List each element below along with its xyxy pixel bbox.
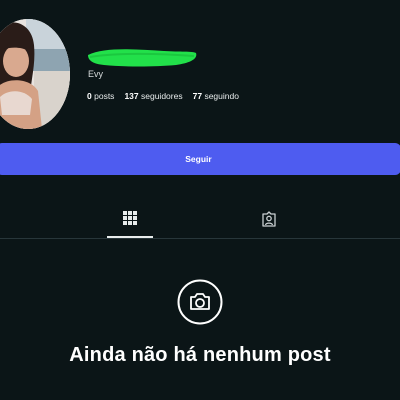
redacted-name-scribble <box>84 43 199 69</box>
profile-stats: 0 posts 137 seguidores 77 seguindo <box>87 91 239 101</box>
follow-button[interactable]: Seguir <box>0 143 400 175</box>
camera-icon <box>177 279 223 325</box>
avatar[interactable] <box>0 19 70 129</box>
followers-stat[interactable]: 137 seguidores <box>124 91 182 101</box>
empty-state-text: Ainda não há nenhum post <box>69 344 331 366</box>
posts-stat: 0 posts <box>87 91 115 101</box>
profile-username: Evy <box>88 69 104 79</box>
tab-posts-grid[interactable] <box>107 200 153 238</box>
tab-tagged[interactable] <box>246 200 292 238</box>
grid-icon <box>123 211 137 225</box>
profile-tabs <box>0 200 400 239</box>
following-stat[interactable]: 77 seguindo <box>193 91 239 101</box>
tagged-icon <box>261 211 277 227</box>
